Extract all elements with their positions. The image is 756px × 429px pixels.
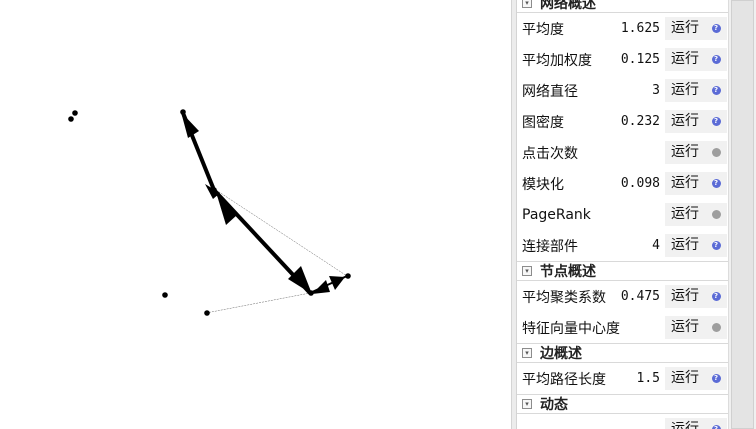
graph-node[interactable] bbox=[345, 273, 351, 279]
stat-row-connected-components: 连接部件 4 运行 ? bbox=[517, 230, 728, 261]
section-header-edge[interactable]: ▾ 边概述 bbox=[517, 343, 728, 363]
help-button[interactable]: ? bbox=[705, 418, 727, 429]
edge-arrowhead bbox=[288, 266, 312, 294]
run-button[interactable]: 运行 bbox=[665, 110, 705, 133]
run-button[interactable]: 运行 bbox=[665, 234, 705, 257]
stat-value: 1.5 bbox=[636, 371, 660, 386]
stat-row-eigenvector-centrality: 特征向量中心度 运行 bbox=[517, 312, 728, 343]
stat-row-hits: 点击次数 运行 bbox=[517, 137, 728, 168]
graph-node[interactable] bbox=[308, 290, 314, 296]
stat-label: 平均聚类系数 bbox=[522, 289, 606, 306]
help-button[interactable]: ? bbox=[705, 172, 727, 195]
stat-row-dynamic: 运行 ? bbox=[517, 414, 728, 429]
stat-row-modularity: 模块化 0.098 运行 ? bbox=[517, 168, 728, 199]
stat-value: 3 bbox=[652, 83, 660, 98]
stat-label: 平均加权度 bbox=[522, 52, 592, 69]
stat-value: 4 bbox=[652, 238, 660, 253]
help-icon: ? bbox=[711, 24, 721, 33]
help-icon: ? bbox=[711, 292, 721, 301]
help-icon: ? bbox=[711, 117, 721, 126]
run-button[interactable]: 运行 bbox=[665, 79, 705, 102]
stat-value: 0.098 bbox=[620, 176, 660, 191]
scrollbar-thumb[interactable] bbox=[731, 0, 754, 429]
stat-row-average-degree: 平均度 1.625 运行 ? bbox=[517, 13, 728, 44]
help-icon: ? bbox=[711, 86, 721, 95]
stat-row-average-weighted-degree: 平均加权度 0.125 运行 ? bbox=[517, 44, 728, 75]
stat-label: 网络直径 bbox=[522, 83, 578, 100]
stat-row-graph-density: 图密度 0.232 运行 ? bbox=[517, 106, 728, 137]
run-button[interactable]: 运行 bbox=[665, 316, 705, 339]
stat-label: 平均度 bbox=[522, 21, 564, 38]
panel-scrollbar[interactable] bbox=[728, 0, 756, 429]
stat-value: 0.475 bbox=[620, 289, 660, 304]
help-button[interactable]: ? bbox=[705, 79, 727, 102]
help-button[interactable]: ? bbox=[705, 234, 727, 257]
graph-node[interactable] bbox=[180, 109, 186, 115]
stat-value: 1.625 bbox=[620, 21, 660, 36]
statistics-panel: ▾ 网络概述 平均度 1.625 运行 ? 平均加权度 0.125 运行 ? 网… bbox=[517, 0, 728, 429]
status-dot-icon bbox=[711, 210, 721, 219]
stat-value: 0.125 bbox=[620, 52, 660, 67]
run-button[interactable]: 运行 bbox=[665, 17, 705, 40]
section-title: 动态 bbox=[540, 397, 568, 413]
stat-row-pagerank: PageRank 运行 bbox=[517, 199, 728, 230]
graph-canvas[interactable] bbox=[0, 0, 512, 429]
status-button[interactable] bbox=[705, 203, 727, 226]
graph-node[interactable] bbox=[72, 110, 78, 116]
section-title: 边概述 bbox=[540, 346, 582, 362]
run-button[interactable]: 运行 bbox=[665, 203, 705, 226]
collapse-toggle-icon[interactable]: ▾ bbox=[522, 399, 532, 409]
run-button[interactable]: 运行 bbox=[665, 48, 705, 71]
help-button[interactable]: ? bbox=[705, 110, 727, 133]
help-icon: ? bbox=[711, 241, 721, 250]
collapse-toggle-icon[interactable]: ▾ bbox=[522, 348, 532, 358]
help-button[interactable]: ? bbox=[705, 367, 727, 390]
stat-label: 特征向量中心度 bbox=[522, 320, 620, 337]
graph-node[interactable] bbox=[204, 310, 210, 316]
run-button[interactable]: 运行 bbox=[665, 172, 705, 195]
section-title: 网络概述 bbox=[540, 0, 596, 12]
stat-label: 点击次数 bbox=[522, 145, 578, 162]
stat-label: 图密度 bbox=[522, 114, 564, 131]
stat-row-network-diameter: 网络直径 3 运行 ? bbox=[517, 75, 728, 106]
section-header-node[interactable]: ▾ 节点概述 bbox=[517, 261, 728, 281]
stat-value: 0.232 bbox=[620, 114, 660, 129]
help-icon: ? bbox=[711, 374, 721, 383]
collapse-toggle-icon[interactable]: ▾ bbox=[522, 266, 532, 276]
section-header-dynamic[interactable]: ▾ 动态 bbox=[517, 394, 728, 414]
stat-label: 连接部件 bbox=[522, 238, 578, 255]
graph-node[interactable] bbox=[162, 292, 168, 298]
collapse-toggle-icon[interactable]: ▾ bbox=[522, 0, 532, 8]
section-header-network[interactable]: ▾ 网络概述 bbox=[517, 0, 728, 13]
help-icon: ? bbox=[711, 55, 721, 64]
run-button[interactable]: 运行 bbox=[665, 285, 705, 308]
graph-svg[interactable] bbox=[0, 0, 512, 429]
help-icon: ? bbox=[711, 179, 721, 188]
section-title: 节点概述 bbox=[540, 264, 596, 280]
help-button[interactable]: ? bbox=[705, 285, 727, 308]
graph-node[interactable] bbox=[211, 187, 217, 193]
status-button[interactable] bbox=[705, 141, 727, 164]
stat-label: 平均路径长度 bbox=[522, 371, 606, 388]
status-dot-icon bbox=[711, 148, 721, 157]
edge-arrowhead bbox=[312, 280, 330, 294]
help-icon: ? bbox=[711, 425, 721, 429]
status-dot-icon bbox=[711, 323, 721, 332]
run-button[interactable]: 运行 bbox=[665, 418, 705, 429]
stat-label: PageRank bbox=[522, 206, 591, 223]
edge-arrowhead bbox=[181, 112, 199, 138]
stat-label: 模块化 bbox=[522, 176, 564, 193]
stat-row-avg-clustering: 平均聚类系数 0.475 运行 ? bbox=[517, 281, 728, 312]
run-button[interactable]: 运行 bbox=[665, 141, 705, 164]
help-button[interactable]: ? bbox=[705, 17, 727, 40]
stat-row-avg-path-length: 平均路径长度 1.5 运行 ? bbox=[517, 363, 728, 394]
graph-edge bbox=[205, 292, 311, 314]
help-button[interactable]: ? bbox=[705, 48, 727, 71]
graph-node[interactable] bbox=[68, 116, 74, 122]
status-button[interactable] bbox=[705, 316, 727, 339]
run-button[interactable]: 运行 bbox=[665, 367, 705, 390]
